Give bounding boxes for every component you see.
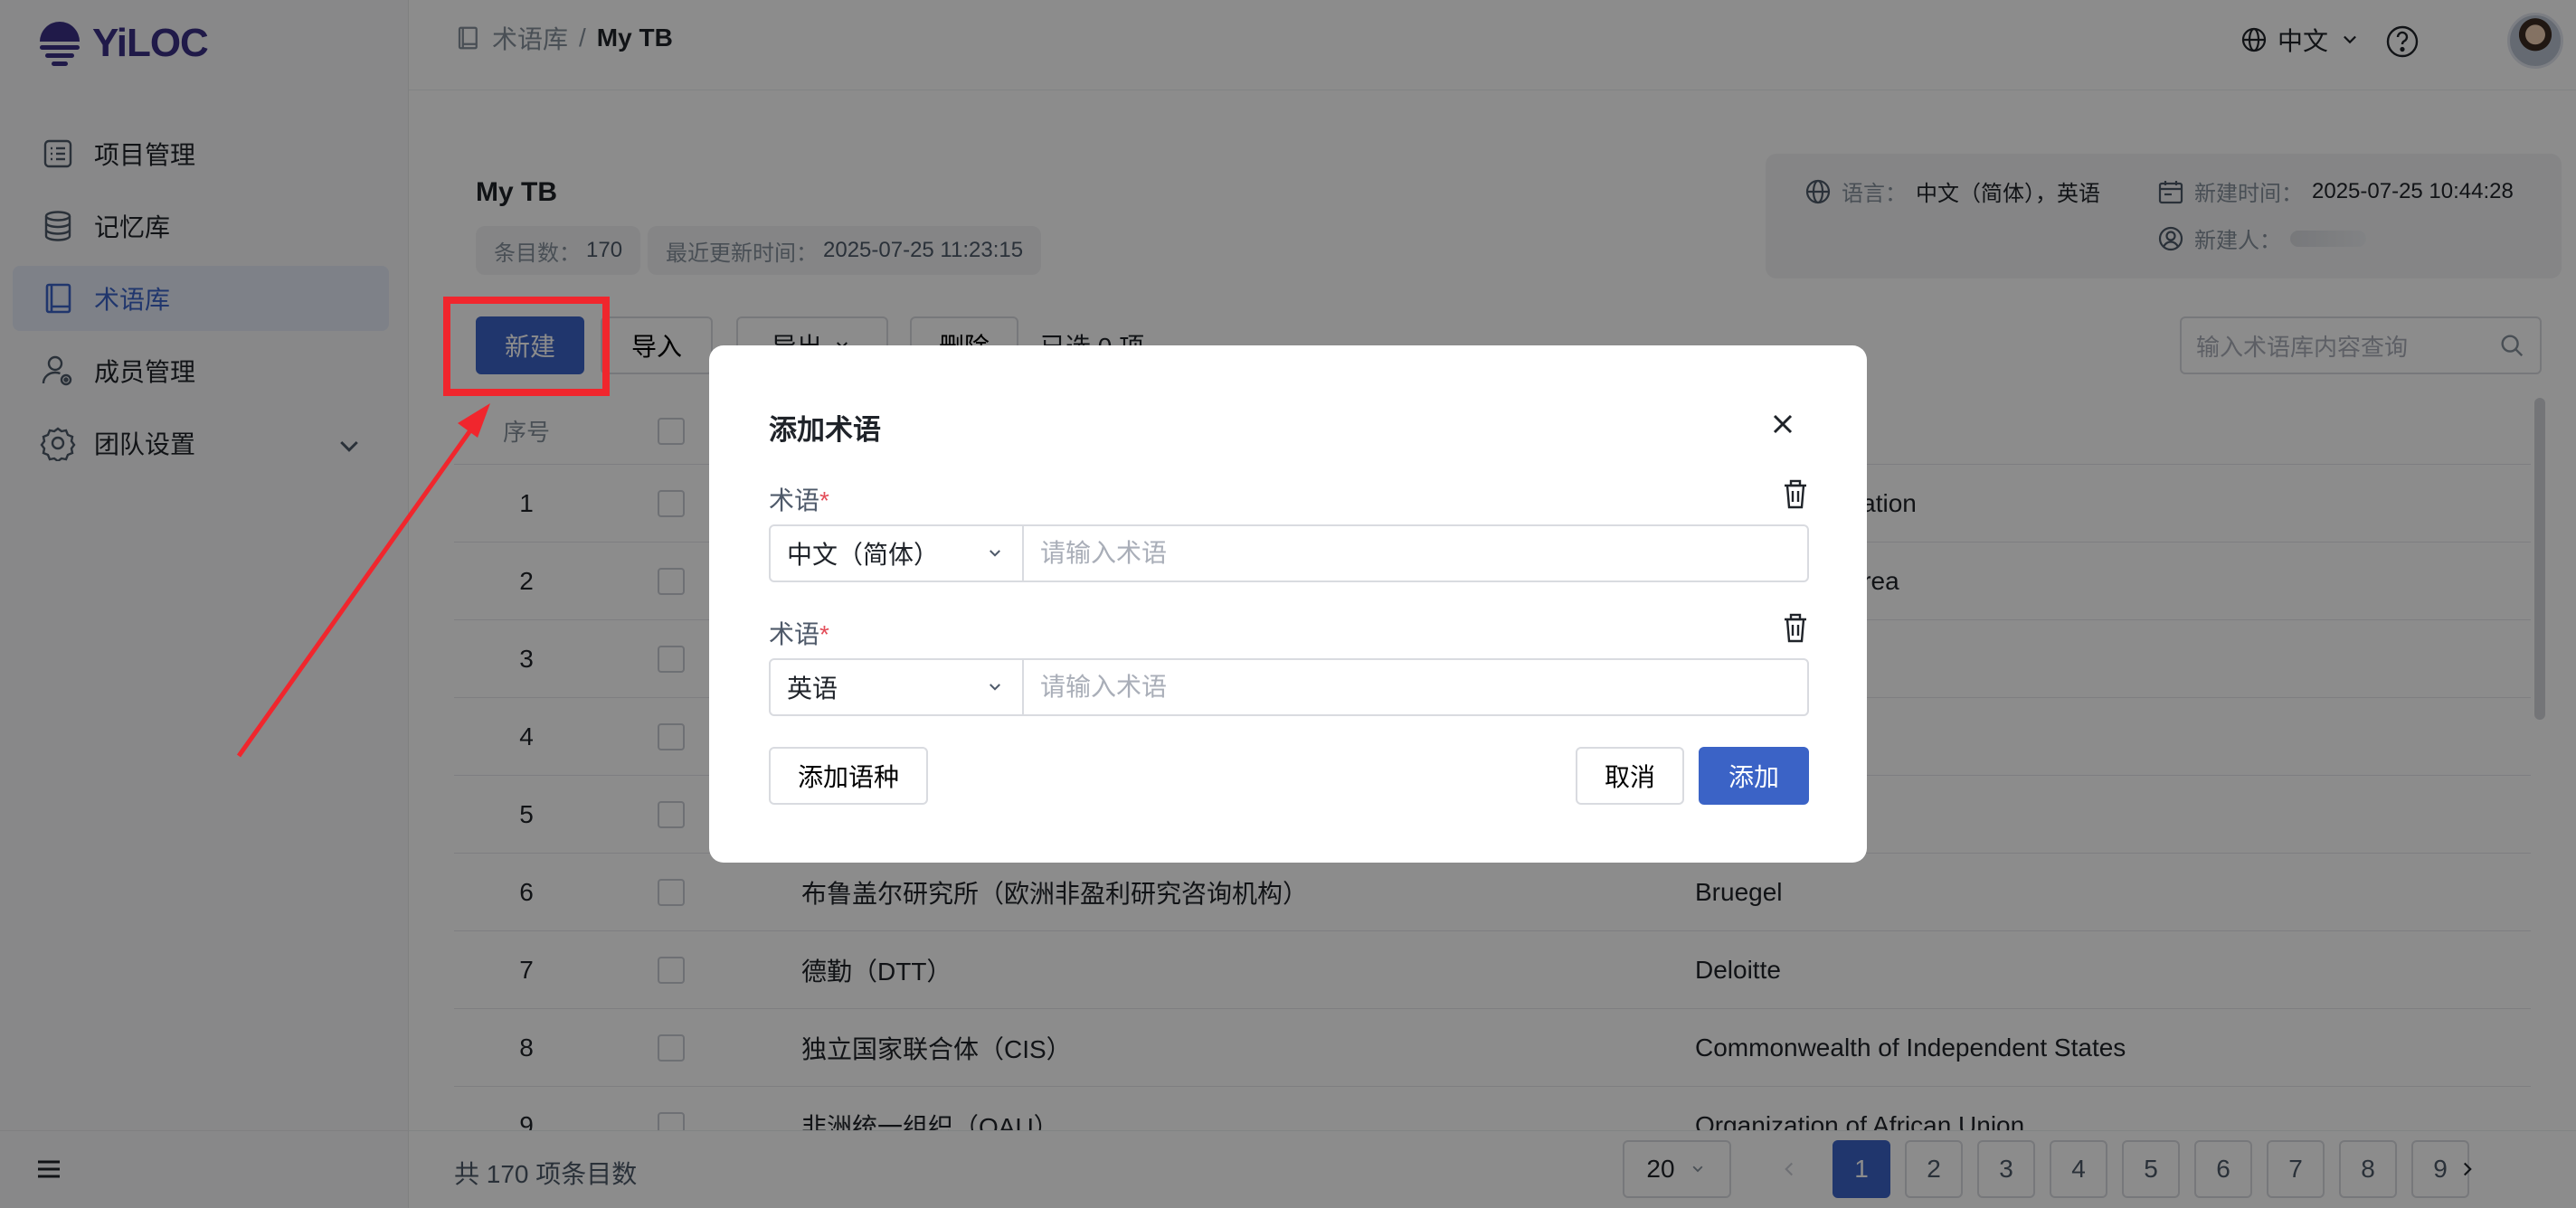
trash-icon[interactable]: [1782, 613, 1809, 644]
term-input[interactable]: [1024, 526, 1807, 580]
term-field-label: 术语*: [769, 486, 829, 514]
term-input[interactable]: [1024, 660, 1807, 714]
language-select[interactable]: 中文（简体）: [771, 526, 1024, 580]
highlight-box: [443, 297, 610, 396]
term-field-group: 英语: [769, 658, 1809, 716]
language-select[interactable]: 英语: [771, 660, 1024, 714]
close-icon[interactable]: [1767, 409, 1798, 439]
add-button[interactable]: 添加: [1699, 747, 1809, 805]
trash-icon[interactable]: [1782, 479, 1809, 510]
add-term-dialog: 添加术语 术语* 中文（简体） 术语* 英语 添加语种 取消 添加: [709, 345, 1867, 863]
dialog-title: 添加术语: [769, 414, 881, 446]
term-field-group: 中文（简体）: [769, 524, 1809, 582]
term-field-label: 术语*: [769, 620, 829, 648]
chevron-down-icon: [990, 684, 1000, 691]
chevron-down-icon: [990, 550, 1000, 557]
add-language-button[interactable]: 添加语种: [769, 747, 928, 805]
cancel-button[interactable]: 取消: [1576, 747, 1684, 805]
